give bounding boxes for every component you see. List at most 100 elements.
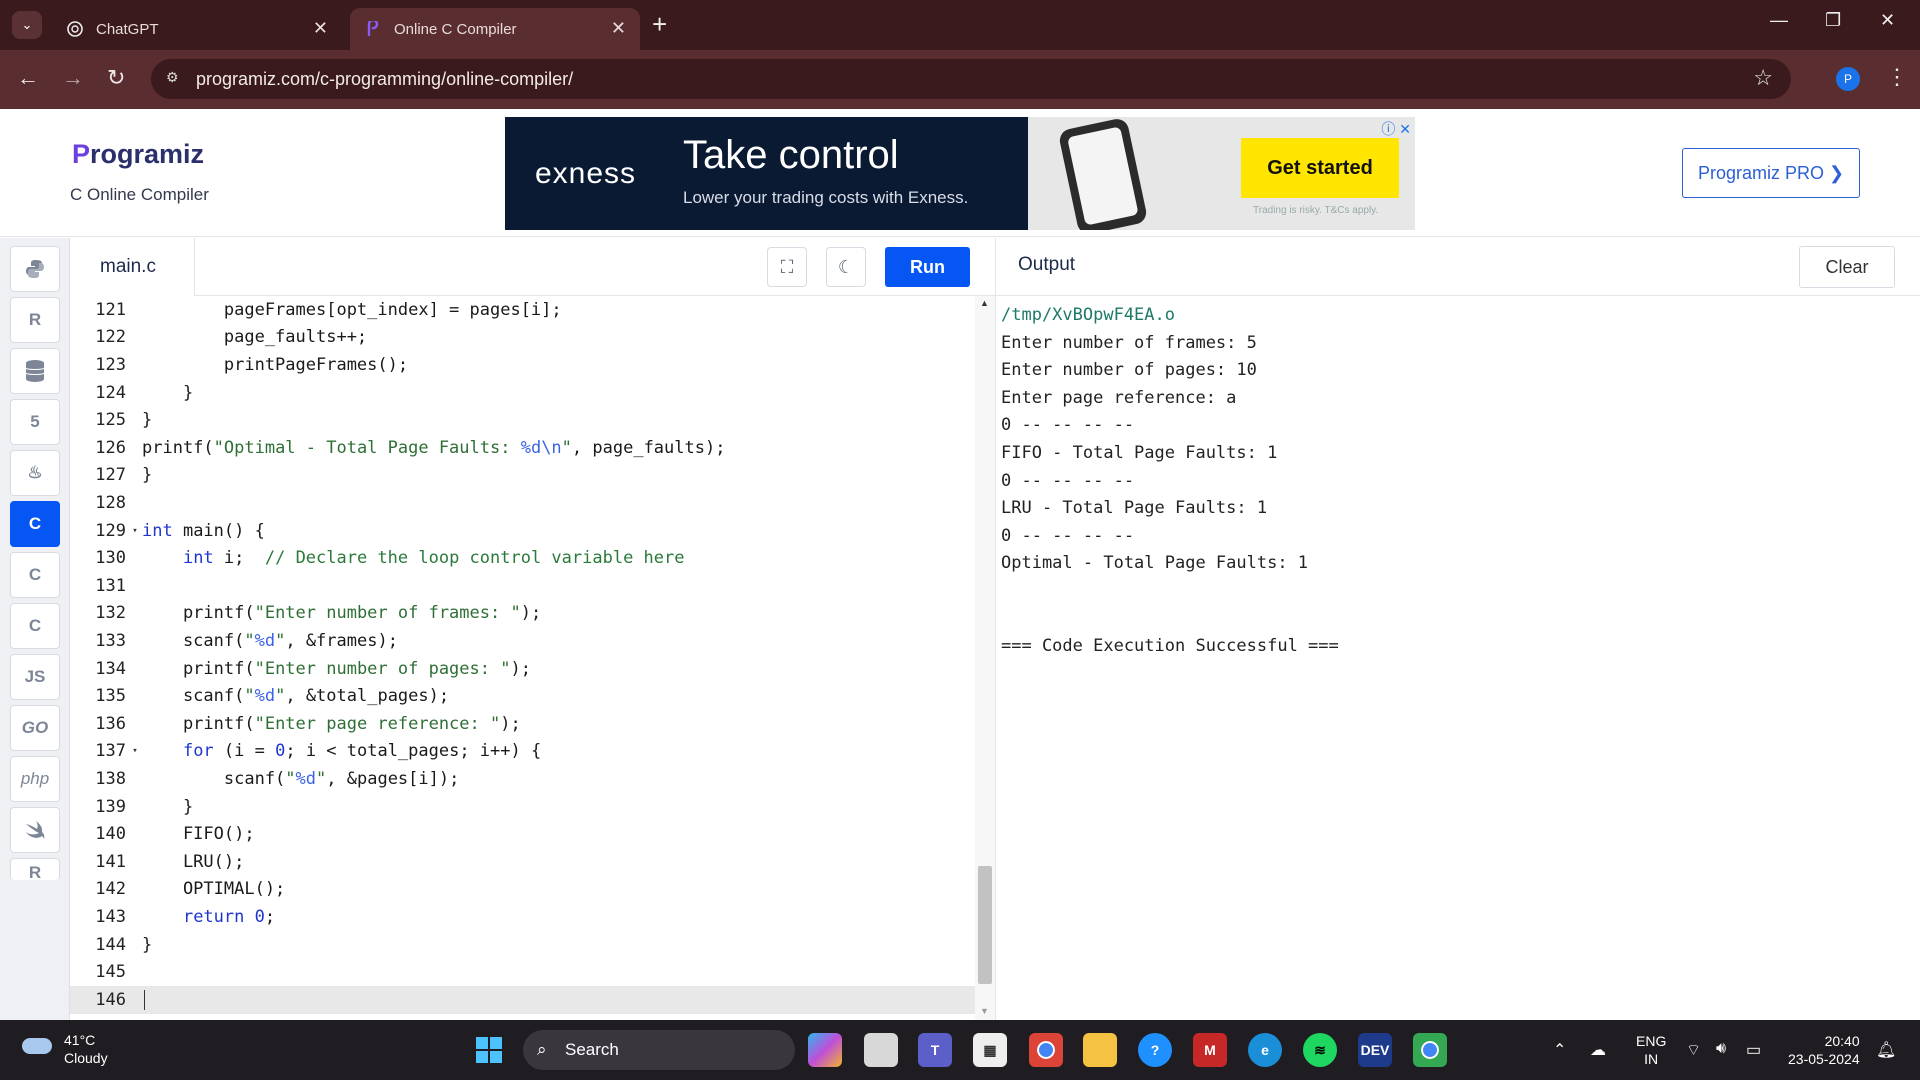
- code-text[interactable]: OPTIMAL();: [142, 879, 285, 899]
- scrollbar-thumb[interactable]: [978, 866, 992, 984]
- ad-close-icon[interactable]: ⓘ ✕: [1381, 119, 1411, 139]
- volume-icon[interactable]: 🔊︎: [1716, 1040, 1726, 1058]
- copilot-icon[interactable]: [808, 1033, 842, 1067]
- restore-icon[interactable]: ❐: [1825, 10, 1841, 31]
- advertisement-banner[interactable]: exness Take control Lower your trading c…: [505, 117, 1415, 230]
- dark-mode-icon[interactable]: ☾: [826, 247, 866, 287]
- code-line[interactable]: 145: [70, 958, 975, 986]
- close-icon[interactable]: ✕: [611, 18, 626, 39]
- help-icon[interactable]: ?: [1138, 1033, 1172, 1067]
- code-text[interactable]: page_faults++;: [142, 327, 367, 347]
- fold-toggle-icon[interactable]: ▾: [128, 746, 142, 756]
- fold-toggle-icon[interactable]: ▾: [128, 526, 142, 536]
- show-hidden-icons[interactable]: ⌃: [1553, 1040, 1566, 1060]
- code-line[interactable]: 141 LRU();: [70, 848, 975, 876]
- minimize-icon[interactable]: —: [1770, 10, 1788, 31]
- spotify-icon[interactable]: ≋: [1303, 1033, 1337, 1067]
- csharp-icon[interactable]: C: [10, 603, 60, 649]
- address-bar[interactable]: ⚙ programiz.com/c-programming/online-com…: [151, 59, 1791, 99]
- database-icon[interactable]: [10, 348, 60, 394]
- rust-icon[interactable]: R: [10, 858, 60, 882]
- code-text[interactable]: printf("Enter page reference: ");: [142, 714, 521, 734]
- code-line[interactable]: 131: [70, 572, 975, 600]
- code-text[interactable]: scanf("%d", &frames);: [142, 631, 398, 651]
- store-icon[interactable]: ▦: [973, 1033, 1007, 1067]
- code-line[interactable]: 142 OPTIMAL();: [70, 876, 975, 904]
- code-line[interactable]: 130 int i; // Declare the loop control v…: [70, 544, 975, 572]
- code-line[interactable]: 133 scanf("%d", &frames);: [70, 627, 975, 655]
- reload-icon[interactable]: ↻: [107, 66, 125, 90]
- scroll-down-icon[interactable]: ▼: [980, 1006, 989, 1016]
- scroll-up-icon[interactable]: ▲: [980, 298, 989, 308]
- close-icon[interactable]: ✕: [313, 18, 328, 39]
- fullscreen-icon[interactable]: ⛶: [767, 247, 807, 287]
- browser-menu-icon[interactable]: ⋮: [1886, 64, 1908, 90]
- code-text[interactable]: printf("Optimal - Total Page Faults: %d\…: [142, 438, 725, 458]
- code-line[interactable]: 137 ▾ for (i = 0; i < total_pages; i++) {: [70, 738, 975, 766]
- chrome-profile-icon[interactable]: [1413, 1033, 1447, 1067]
- code-text[interactable]: scanf("%d", &pages[i]);: [142, 769, 459, 789]
- code-text[interactable]: int main() {: [142, 521, 265, 541]
- ad-cta-button[interactable]: Get started: [1241, 138, 1399, 198]
- code-line[interactable]: 135 scanf("%d", &total_pages);: [70, 682, 975, 710]
- code-line[interactable]: 129 ▾ int main() {: [70, 517, 975, 545]
- cpp-icon[interactable]: C: [10, 552, 60, 598]
- wifi-icon[interactable]: ⌔: [1686, 1040, 1701, 1060]
- code-text[interactable]: pageFrames[opt_index] = pages[i];: [142, 300, 562, 320]
- programiz-logo[interactable]: Programiz: [72, 139, 204, 170]
- url-text[interactable]: programiz.com/c-programming/online-compi…: [196, 69, 573, 90]
- javascript-icon[interactable]: JS: [10, 654, 60, 700]
- system-clock[interactable]: 20:40 23-05-2024: [1788, 1032, 1860, 1068]
- code-line[interactable]: 123 printPageFrames();: [70, 351, 975, 379]
- notification-bell-icon[interactable]: 🔔︎: [1876, 1040, 1896, 1060]
- edge-icon[interactable]: e: [1248, 1033, 1282, 1067]
- go-icon[interactable]: GO: [10, 705, 60, 751]
- code-text[interactable]: printf("Enter number of frames: ");: [142, 603, 541, 623]
- bookmark-star-icon[interactable]: ☆: [1753, 65, 1773, 91]
- file-explorer-icon[interactable]: [1083, 1033, 1117, 1067]
- code-text[interactable]: }: [142, 383, 193, 403]
- code-line[interactable]: 128: [70, 489, 975, 517]
- code-area[interactable]: 121 pageFrames[opt_index] = pages[i]; 122…: [70, 296, 975, 1020]
- windows-start-icon[interactable]: [472, 1033, 506, 1067]
- tab-chatgpt[interactable]: ChatGPT ✕: [52, 8, 342, 50]
- code-line[interactable]: 121 pageFrames[opt_index] = pages[i];: [70, 296, 975, 324]
- code-line[interactable]: 126 printf("Optimal - Total Page Faults: …: [70, 434, 975, 462]
- tab-search-dropdown[interactable]: ⌄: [12, 11, 42, 39]
- code-line[interactable]: 138 scanf("%d", &pages[i]);: [70, 765, 975, 793]
- r-icon[interactable]: R: [10, 297, 60, 343]
- programiz-pro-button[interactable]: Programiz PRO ❯: [1682, 148, 1860, 198]
- close-window-icon[interactable]: ✕: [1880, 10, 1895, 31]
- back-icon[interactable]: ←: [17, 66, 39, 90]
- profile-avatar[interactable]: P: [1836, 67, 1860, 91]
- code-text[interactable]: printPageFrames();: [142, 355, 408, 375]
- html5-icon[interactable]: 5: [10, 399, 60, 445]
- c-icon[interactable]: C: [10, 501, 60, 547]
- forward-icon[interactable]: →: [62, 66, 84, 90]
- language-indicator[interactable]: ENG IN: [1636, 1032, 1666, 1068]
- teams-icon[interactable]: T: [918, 1033, 952, 1067]
- code-line[interactable]: 136 printf("Enter page reference: ");: [70, 710, 975, 738]
- code-line[interactable]: 134 printf("Enter number of pages: ");: [70, 655, 975, 683]
- code-text[interactable]: return 0;: [142, 907, 275, 927]
- code-line[interactable]: 143 return 0;: [70, 903, 975, 931]
- new-tab-button[interactable]: +: [652, 10, 667, 38]
- clear-button[interactable]: Clear: [1799, 246, 1895, 288]
- code-line[interactable]: 144}: [70, 931, 975, 959]
- php-icon[interactable]: php: [10, 756, 60, 802]
- code-text[interactable]: for (i = 0; i < total_pages; i++) {: [142, 741, 541, 761]
- code-line[interactable]: 122 page_faults++;: [70, 324, 975, 352]
- code-line[interactable]: 146: [70, 986, 975, 1014]
- code-text[interactable]: }: [142, 935, 152, 955]
- code-text[interactable]: int i; // Declare the loop control varia…: [142, 548, 685, 568]
- tab-online-c-compiler[interactable]: Online C Compiler ✕: [350, 8, 640, 50]
- mcafee-icon[interactable]: M: [1193, 1033, 1227, 1067]
- code-line[interactable]: 140 FIFO();: [70, 820, 975, 848]
- code-line[interactable]: 124 }: [70, 379, 975, 407]
- code-text[interactable]: LRU();: [142, 852, 244, 872]
- code-text[interactable]: printf("Enter number of pages: ");: [142, 659, 531, 679]
- code-line[interactable]: 127}: [70, 462, 975, 490]
- run-button[interactable]: Run: [885, 247, 970, 287]
- swift-icon[interactable]: [10, 807, 60, 853]
- onedrive-icon[interactable]: ☁: [1590, 1040, 1606, 1060]
